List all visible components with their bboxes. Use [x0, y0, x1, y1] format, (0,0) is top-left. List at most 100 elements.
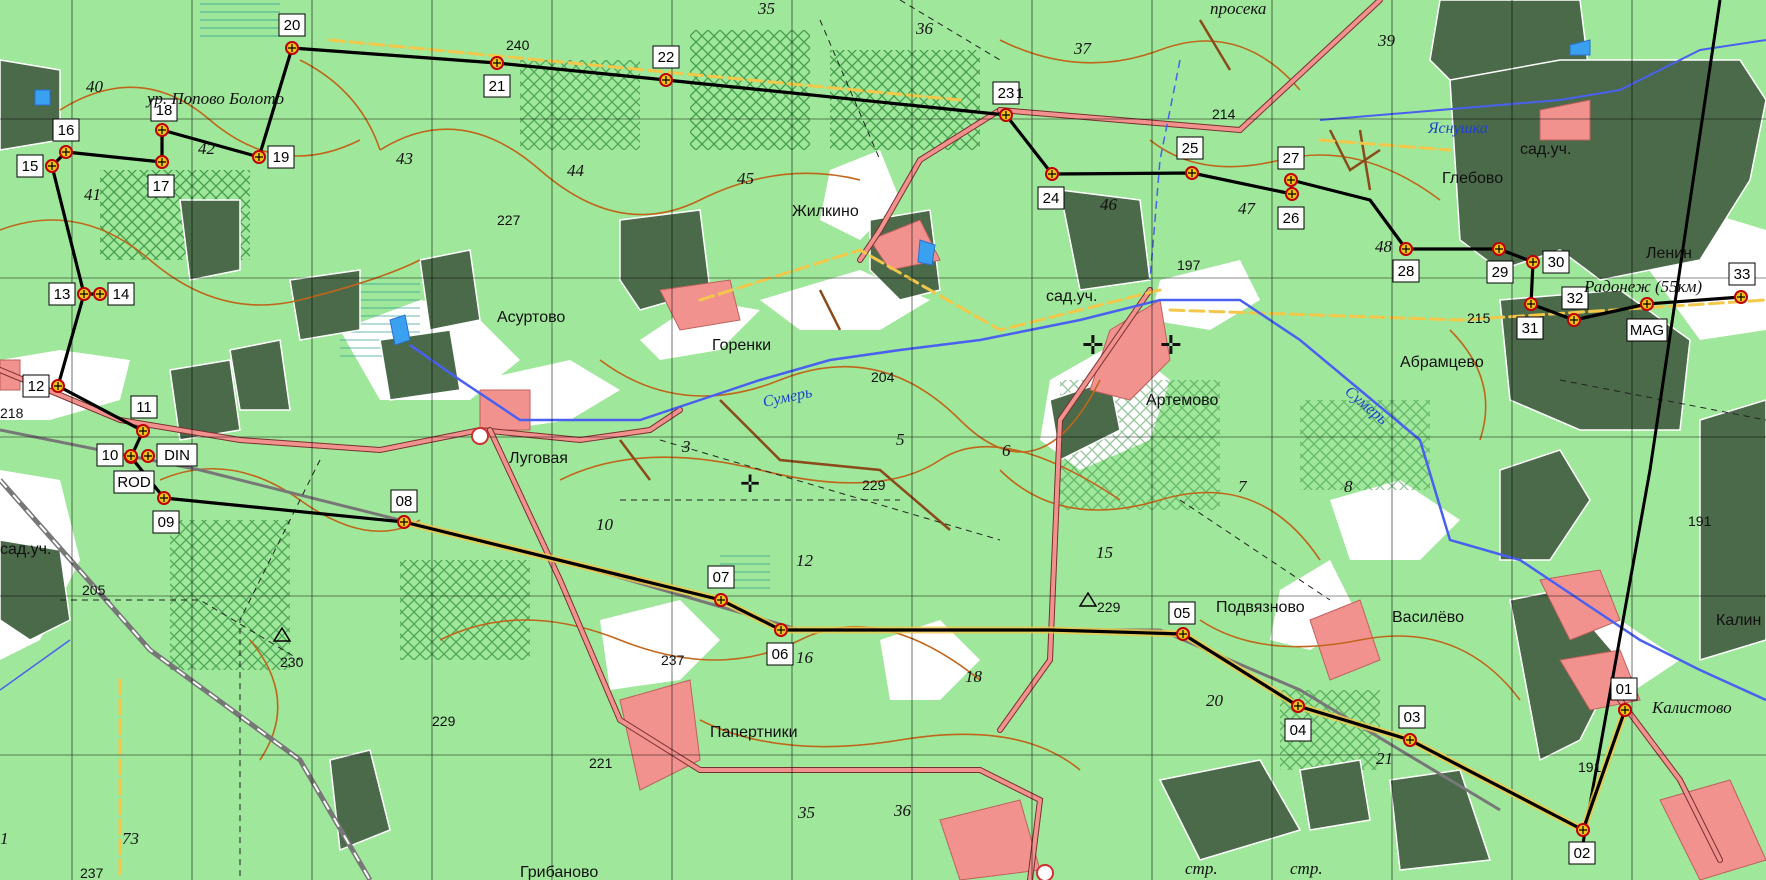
checkpoint-label: 13	[54, 286, 71, 303]
block-8: 8	[1344, 477, 1353, 496]
checkpoint-label: 29	[1492, 264, 1509, 281]
checkpoint-label: 25	[1182, 140, 1199, 157]
place-podvyaznovo: Подвязново	[1216, 599, 1305, 616]
checkpoint-label: 31	[1522, 320, 1539, 337]
checkpoint-label: 16	[58, 122, 75, 139]
place-str-1: стр.	[1185, 859, 1218, 878]
place-sad-2: сад.уч.	[0, 541, 51, 558]
river-sumer-1: Сумерь	[761, 384, 813, 411]
place-proseka: просека	[1210, 0, 1266, 18]
place-zhilkino: Жилкино	[792, 203, 859, 220]
elev-191-a: 191	[1688, 513, 1712, 529]
checkpoint-label: MAG	[1630, 322, 1664, 339]
elev-237-b: 237	[80, 865, 104, 880]
cross-icon: ✛	[1160, 330, 1182, 360]
block-3: 3	[681, 437, 691, 456]
block-45: 45	[737, 169, 754, 188]
block-47: 47	[1238, 199, 1257, 218]
block-42: 42	[198, 139, 216, 158]
checkpoint-label: 05	[1174, 605, 1191, 622]
map-canvas[interactable]: 01020304050607080910111213 14151617181920…	[0, 0, 1766, 880]
block-43: 43	[396, 149, 413, 168]
checkpoint-13[interactable]: 13	[48, 282, 91, 306]
place-str-2: стр.	[1290, 859, 1323, 878]
place-sad-3: сад.уч.	[1520, 141, 1571, 158]
place-lugovaya: Луговая	[509, 450, 568, 467]
checkpoint-label: 07	[713, 569, 730, 586]
river-yasnushka: Яснушка	[1427, 120, 1488, 137]
block-5: 5	[896, 430, 905, 449]
block-39: 39	[1377, 31, 1396, 50]
elev-221: 221	[589, 755, 613, 771]
elev-229-a: 229	[862, 477, 886, 493]
checkpoint-label: 32	[1567, 290, 1584, 307]
checkpoint-label: 14	[113, 286, 130, 303]
checkpoint-label: 03	[1404, 709, 1421, 726]
elev-240: 240	[506, 37, 530, 53]
block-16: 16	[796, 648, 814, 667]
checkpoint-label: 23	[998, 85, 1015, 102]
checkpoint-11[interactable]: 11	[130, 395, 158, 438]
block-35-b: 35	[797, 803, 815, 822]
block-1: 1	[0, 829, 9, 848]
block-46: 46	[1100, 195, 1118, 214]
block-6: 6	[1002, 441, 1011, 460]
checkpoint-01[interactable]: 01	[1610, 677, 1638, 717]
elev-230: 230	[280, 654, 304, 670]
elev-237-a: 237	[661, 652, 685, 668]
block-41: 41	[84, 185, 101, 204]
checkpoint-label: 24	[1043, 190, 1060, 207]
elev-227: 227	[497, 212, 521, 228]
checkpoint-label: 28	[1398, 263, 1415, 280]
place-gorenki: Горенки	[712, 337, 771, 354]
checkpoint-label: 30	[1548, 254, 1565, 271]
checkpoint-label: DIN	[164, 447, 190, 464]
place-glebovo: Глебово	[1442, 170, 1503, 187]
elev-229-b: 229	[1097, 599, 1121, 615]
checkpoint-14[interactable]: 14	[93, 282, 135, 306]
triangulation-icon	[1078, 591, 1098, 607]
block-36-b: 36	[893, 801, 912, 820]
elev-197: 197	[1177, 257, 1201, 273]
bus-stop-icon	[471, 427, 489, 445]
block-37: 37	[1073, 39, 1093, 58]
topographic-map[interactable]: 01 02 03 04 05 06 07 08 09 10 11 12 13 14 15 16 17 18 19 20…	[0, 0, 1766, 880]
elev-205: 205	[82, 582, 106, 598]
checkpoint-label: 04	[1290, 722, 1307, 739]
checkpoint-label: 22	[658, 49, 675, 66]
block-35-a: 35	[757, 0, 775, 18]
place-papertniki: Папертники	[710, 724, 798, 741]
place-lenin: Ленин	[1646, 245, 1692, 262]
checkpoint-label: 11	[136, 399, 152, 416]
cross-icon: ✛	[1082, 330, 1104, 360]
block-15: 15	[1096, 543, 1113, 562]
checkpoint-label: 27	[1283, 150, 1300, 167]
place-kalistovo: Калистово	[1651, 698, 1732, 717]
place-popovo-boloto: ур. Попово Болото	[145, 89, 284, 108]
checkpoint-label: ROD	[117, 474, 151, 491]
checkpoint-label: 26	[1283, 210, 1300, 227]
checkpoint-02[interactable]: 02	[1568, 823, 1596, 865]
block-48: 48	[1375, 237, 1393, 256]
block-21: 21	[1376, 749, 1393, 768]
elev-218: 218	[0, 405, 24, 421]
checkpoint-label: 09	[158, 514, 175, 531]
checkpoint-label: 20	[284, 17, 301, 34]
elev-214: 214	[1212, 106, 1236, 122]
block-7: 7	[1238, 477, 1248, 496]
place-radonezh: Радонеж (55км)	[1583, 277, 1702, 296]
place-abramtsevo: Абрамцево	[1400, 354, 1484, 371]
checkpoint-27[interactable]: 27	[1277, 146, 1305, 187]
checkpoint-label: 12	[28, 378, 45, 395]
place-gribanovo: Грибаново	[520, 864, 598, 880]
checkpoint-label: 21	[489, 78, 506, 95]
checkpoint-26[interactable]: 26	[1277, 187, 1305, 230]
place-asurtovo: Асуртово	[497, 309, 565, 326]
checkpoint-din[interactable]: DIN	[141, 443, 198, 467]
place-kalin: Калин	[1716, 612, 1761, 629]
checkpoint-label: 19	[273, 149, 290, 166]
block-20: 20	[1206, 691, 1224, 710]
elev-215: 215	[1467, 310, 1491, 326]
elev-191-b: 191	[1578, 759, 1602, 775]
checkpoint-15[interactable]: 15	[16, 154, 59, 178]
